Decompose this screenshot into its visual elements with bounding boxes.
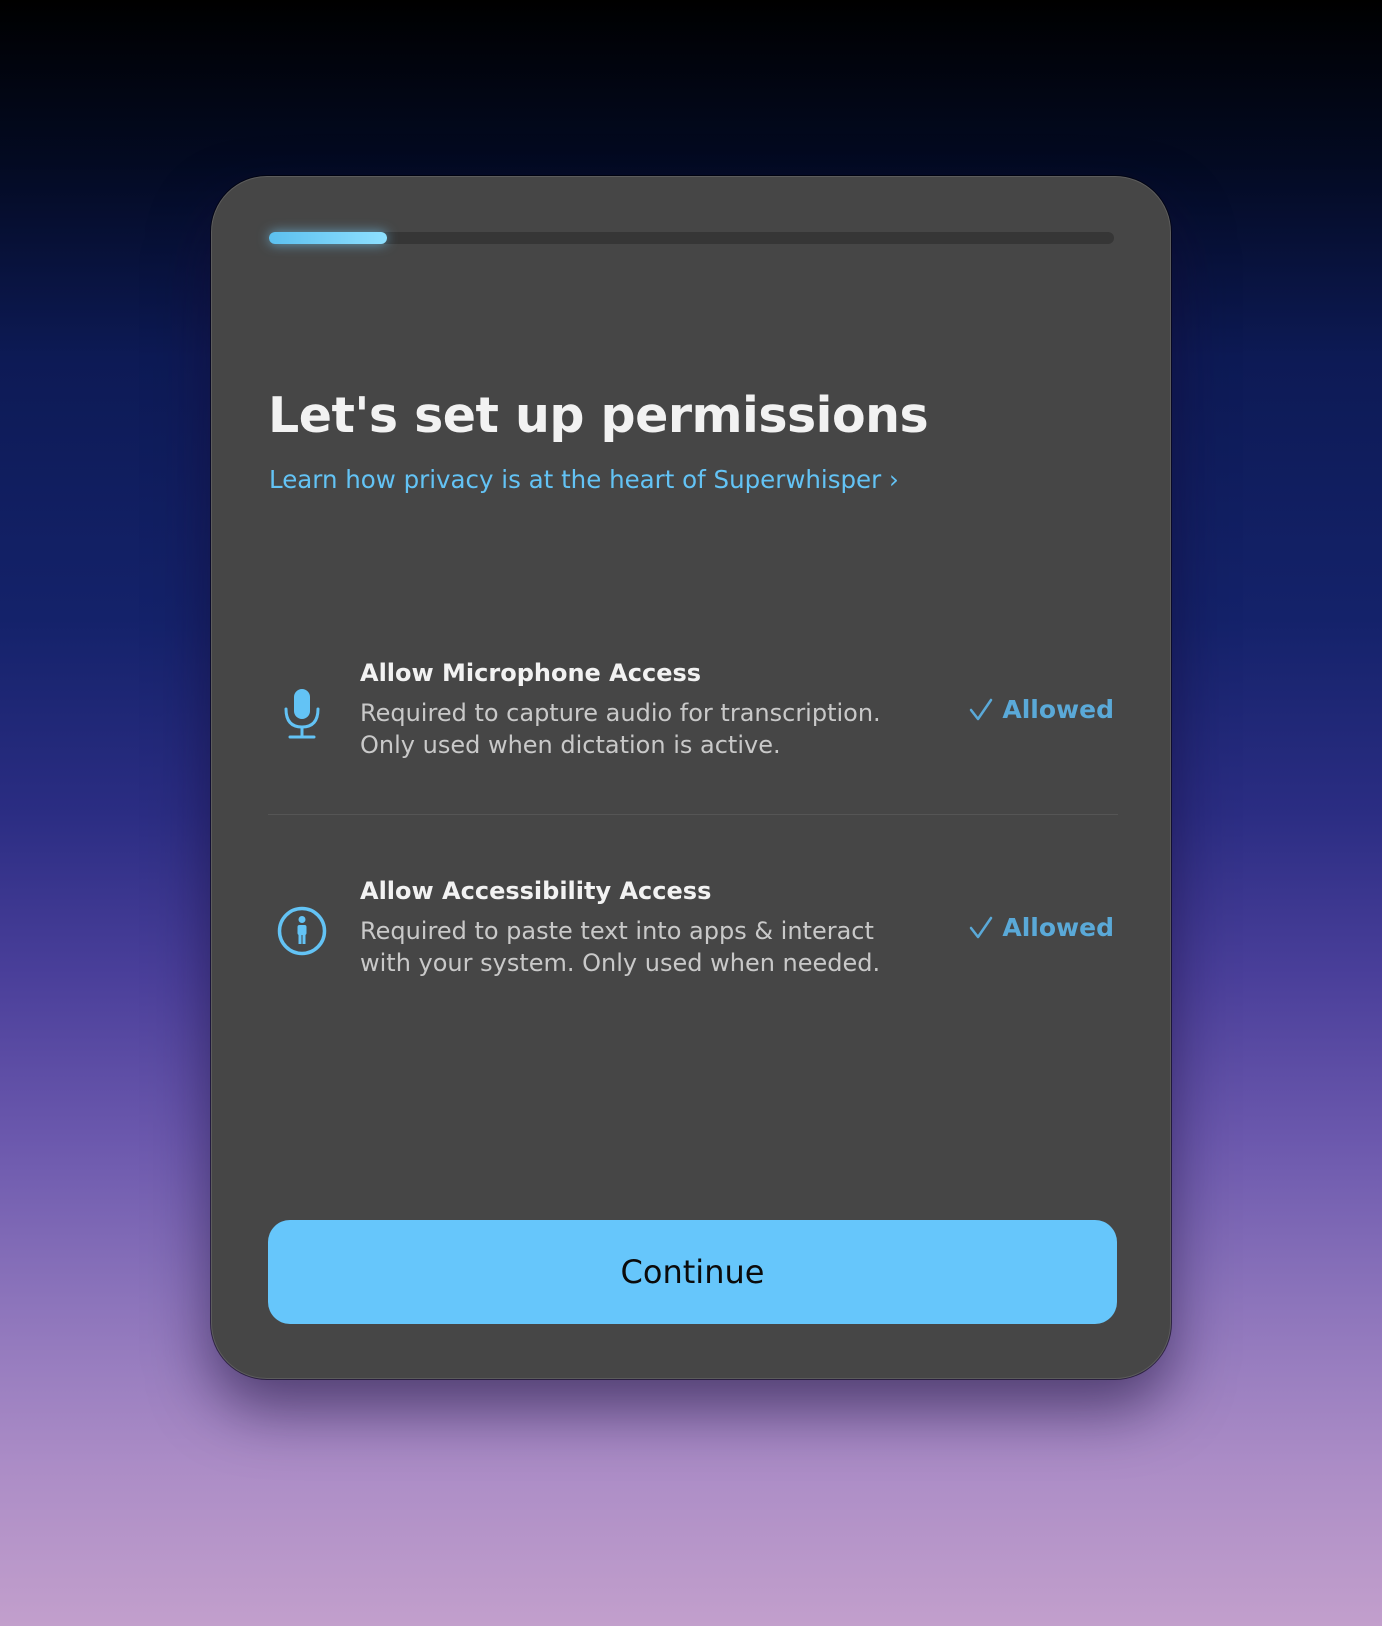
microphone-icon: [284, 689, 320, 739]
privacy-link[interactable]: Learn how privacy is at the heart of Sup…: [269, 465, 899, 494]
permission-title: Allow Microphone Access: [360, 659, 702, 687]
page-title: Let's set up permissions: [268, 387, 929, 444]
continue-button[interactable]: Continue: [268, 1220, 1117, 1324]
status-label: Allowed: [1002, 695, 1114, 724]
accessibility-icon: [277, 906, 327, 956]
status-label: Allowed: [1002, 913, 1114, 942]
permission-microphone: Allow Microphone Access Required to capt…: [268, 647, 1118, 787]
permission-accessibility: Allow Accessibility Access Required to p…: [268, 865, 1118, 1005]
checkmark-icon: [970, 916, 993, 938]
progress-bar: [269, 232, 1114, 244]
onboarding-window: Let's set up permissions Learn how priva…: [211, 176, 1171, 1379]
permission-title: Allow Accessibility Access: [360, 877, 712, 905]
status-badge: Allowed: [968, 695, 1114, 724]
permission-description: Required to paste text into apps & inter…: [360, 917, 881, 977]
permission-description: Required to capture audio for transcript…: [360, 699, 881, 759]
divider: [268, 814, 1118, 815]
status-badge: Allowed: [968, 913, 1114, 942]
progress-bar-fill: [269, 232, 388, 244]
checkmark-icon: [970, 698, 993, 720]
